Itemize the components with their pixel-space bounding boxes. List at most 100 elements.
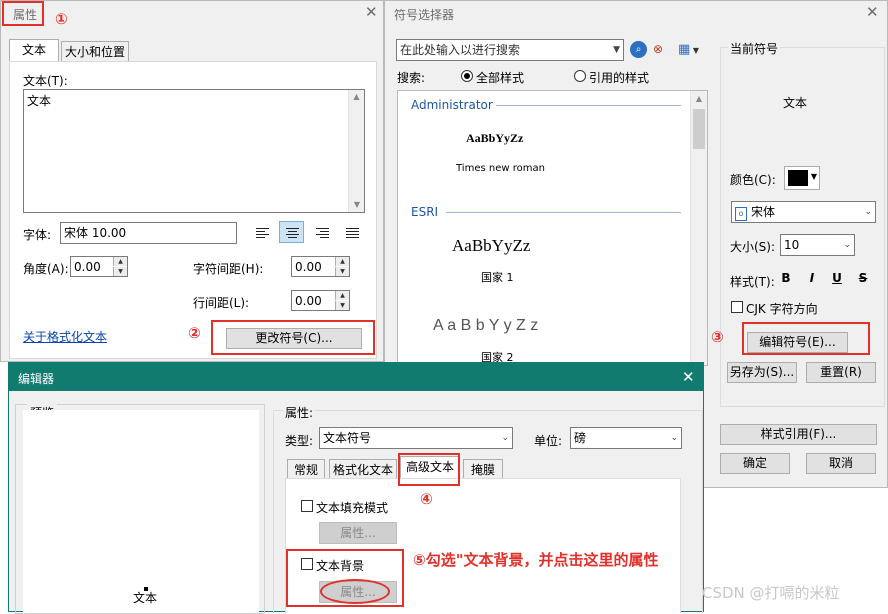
angle-spinner[interactable]: 0.00 ▲ ▼ [70,256,128,277]
symbol-caption: Times new roman [456,163,545,174]
ok-button[interactable]: 确定 [720,453,790,474]
radio-referenced-styles[interactable] [574,70,586,82]
size-dropdown[interactable]: 10 ⌄ [780,234,855,256]
unit-value: 磅 [574,431,587,445]
annotation-3: ③ [711,328,724,346]
radio-all-styles-label: 全部样式 [476,71,525,85]
char-spacing-value: 0.00 [295,260,322,274]
text-label: 文本(T): [23,74,68,88]
close-icon[interactable]: ✕ [682,368,695,386]
fill-mode-checkbox[interactable] [301,500,313,512]
align-justify-button[interactable] [339,221,364,243]
symbol-caption: 国家 1 [481,271,514,284]
font-dropdown[interactable]: o 宋体 ⌄ [731,201,876,223]
symbol-selector-title: 符号选择器 [394,8,455,22]
format-text-link[interactable]: 关于格式化文本 [23,328,107,345]
color-label: 颜色(C): [730,173,776,187]
font-label: 字体: [23,228,52,242]
chevron-down-icon: ⌄ [501,433,509,443]
text-value: 文本 [27,94,52,108]
color-swatch [788,170,808,186]
group-header-administrator: Administrator [411,98,493,112]
underline-button[interactable]: U [828,269,846,287]
save-as-button[interactable]: 另存为(S)... [727,362,797,383]
cancel-button[interactable]: 取消 [806,453,876,474]
current-symbol-label: 当前符号 [728,40,781,57]
cjk-direction-checkbox[interactable] [731,301,743,313]
style-references-button[interactable]: 样式引用(F)... [720,424,877,445]
preview-text: 文本 [133,591,158,605]
annotation-box-4 [398,453,460,486]
radio-all-styles[interactable] [461,70,473,82]
style-label: 样式(T): [730,275,775,289]
chevron-down-icon: ⌄ [843,240,851,250]
search-icon[interactable]: ⌕ [630,41,647,58]
annotation-box-2 [211,320,375,355]
annotation-5-text: ⑤勾选"文本背景，并点击这里的属性 [413,551,659,569]
chevron-down-icon: ⌄ [864,207,872,217]
editor-titlebar: 编辑器 ✕ [9,363,703,391]
close-icon[interactable]: ✕ [365,5,378,20]
bold-button[interactable]: B [777,269,795,287]
properties-dialog: 属性 ✕ 文本 大小和位置 文本(T): 文本 ▲ ▼ 字体: 宋体 10.00… [0,0,384,362]
strikethrough-button[interactable]: S [854,269,872,287]
radio-referenced-styles-label: 引用的样式 [589,71,650,85]
cjk-direction-label: CJK 字符方向 [746,302,818,316]
clear-search-icon[interactable]: ⊗ [653,41,670,58]
symbol-list-scrollbar[interactable]: ▲ [690,91,707,365]
anchor-point [144,587,148,591]
search-scope-label: 搜索: [397,71,426,85]
text-textarea[interactable]: 文本 ▲ ▼ [23,89,365,213]
line-spacing-value: 0.00 [295,294,322,308]
fill-mode-properties-button[interactable]: 属性... [319,522,397,544]
tab-mask[interactable]: 掩膜 [463,459,503,479]
search-input[interactable]: 在此处输入以进行搜索 ▼ [396,39,624,61]
font-type-icon: o [735,207,747,221]
type-value: 文本符号 [323,431,372,445]
annotation-box-3 [742,322,870,355]
fill-mode-label: 文本填充模式 [316,501,389,515]
search-placeholder: 在此处输入以进行搜索 [400,43,521,57]
view-options-icon[interactable]: ▦ ▼ [678,41,708,58]
tab-formatted-text[interactable]: 格式化文本 [329,459,397,479]
angle-label: 角度(A): [23,262,69,276]
type-dropdown[interactable]: 文本符号 ⌄ [319,427,513,449]
symbol-list[interactable]: Administrator AaBbYyZz Times new roman E… [397,90,708,366]
symbol-sample[interactable]: A a B b Y y Z z [433,317,538,335]
angle-value: 0.00 [74,260,101,274]
font-dropdown-value: 宋体 [751,205,776,219]
annotation-box-1 [2,1,44,26]
editor-title: 编辑器 [18,372,55,386]
line-spacing-label: 行间距(L): [193,296,250,310]
textarea-scrollbar[interactable]: ▲ ▼ [348,90,364,212]
tab-size-position[interactable]: 大小和位置 [61,41,129,61]
annotation-4: ④ [420,490,433,508]
font-field[interactable]: 宋体 10.00 [60,222,237,244]
char-spacing-spinner[interactable]: 0.00 ▲ ▼ [291,256,350,277]
preview-canvas: 文本 [23,410,259,613]
align-right-button[interactable] [309,221,334,243]
color-picker[interactable]: ▼ [784,166,820,190]
reset-button[interactable]: 重置(R) [806,362,876,383]
align-left-button[interactable] [249,221,274,243]
unit-label: 单位: [534,434,563,448]
symbol-sample[interactable]: AaBbYyZz [452,236,530,256]
size-label: 大小(S): [730,240,776,254]
size-value: 10 [784,238,800,252]
line-spacing-spinner[interactable]: 0.00 ▲ ▼ [291,290,350,311]
tab-text[interactable]: 文本 [9,39,59,61]
chevron-down-icon: ▼ [613,45,620,55]
close-icon[interactable]: ✕ [866,5,879,20]
italic-button[interactable]: I [803,269,821,287]
tab-general[interactable]: 常规 [287,459,325,479]
chevron-down-icon: ⌄ [670,433,678,443]
annotation-1: ① [55,10,68,28]
annotation-2: ② [188,324,201,342]
current-symbol-preview: 文本 [783,96,808,110]
group-header-esri: ESRI [411,205,439,219]
annotation-ellipse-5 [320,579,390,604]
align-center-button[interactable] [279,221,304,243]
symbol-sample[interactable]: AaBbYyZz [466,131,523,146]
char-spacing-label: 字符间距(H): [193,262,264,276]
unit-dropdown[interactable]: 磅 ⌄ [570,427,682,449]
